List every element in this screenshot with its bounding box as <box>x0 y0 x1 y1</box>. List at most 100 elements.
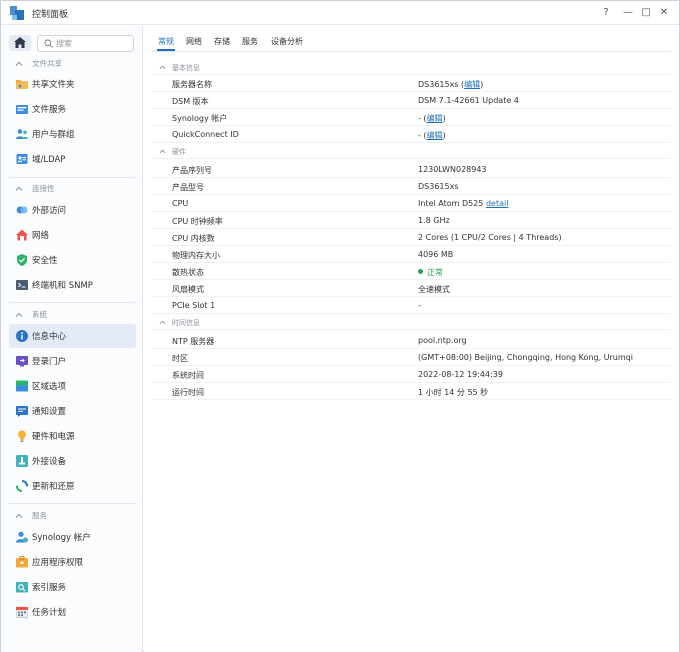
section-title: 连接性 <box>32 184 55 193</box>
group-title: 硬件 <box>172 148 186 156</box>
row-value: DS3615xs (编辑) <box>418 80 484 89</box>
search-input[interactable] <box>56 38 130 49</box>
sidebar-item-label: 索引服务 <box>32 583 67 593</box>
edit-server-name-link[interactable]: 编辑 <box>464 80 480 89</box>
tab-general[interactable]: 常规 <box>158 36 174 47</box>
sidebar-item-label: 共享文件夹 <box>32 80 75 90</box>
help-button[interactable]: ? <box>598 5 614 21</box>
sidebar-item-notification[interactable]: 通知设置 <box>9 399 136 423</box>
group-basic-info[interactable]: 基本信息 <box>152 59 671 75</box>
title-bar: 控制面板 ? — □ ✕ <box>1 1 679 25</box>
sidebar-item-label: 文件服务 <box>32 105 67 115</box>
sidebar-item-login-portal[interactable]: 登录门户 <box>9 349 136 373</box>
sidebar-item-synology-account[interactable]: Synology 帐户 <box>9 525 136 549</box>
row-label: 系统时间 <box>172 371 204 380</box>
sidebar: 文件共享 共享文件夹 文件服务 用户与群 <box>1 26 143 652</box>
sidebar-item-external-access[interactable]: 外部访问 <box>9 198 136 222</box>
update-restore-icon <box>16 480 28 492</box>
edit-quickconnect-link[interactable]: 编辑 <box>427 131 443 140</box>
chevron-up-icon <box>159 320 166 325</box>
row-value: 全速模式 <box>418 285 450 294</box>
section-services[interactable]: 服务 <box>1 508 143 524</box>
tab-device-analytics[interactable]: 设备分析 <box>271 36 303 47</box>
sidebar-item-app-privileges[interactable]: 应用程序权限 <box>9 550 136 574</box>
row-value: 2 Cores (1 CPU/2 Cores | 4 Threads) <box>418 233 562 242</box>
sidebar-item-users-groups[interactable]: 用户与群组 <box>9 122 136 146</box>
network-icon <box>16 229 28 241</box>
sidebar-item-external-devices[interactable]: 外接设备 <box>9 449 136 473</box>
maximize-button[interactable]: □ <box>638 5 654 21</box>
section-title: 服务 <box>32 511 47 520</box>
divider <box>9 177 135 178</box>
sidebar-item-domain-ldap[interactable]: 域/LDAP <box>9 147 136 171</box>
sidebar-item-label: 网络 <box>32 231 50 241</box>
close-button[interactable]: ✕ <box>656 5 672 21</box>
tab-bar: 常规 网络 存储 服务 设备分析 <box>144 26 679 53</box>
notification-icon <box>16 406 28 417</box>
domain-ldap-icon <box>16 154 28 164</box>
row-value: pool.ntp.org <box>418 336 467 345</box>
chevron-up-icon <box>15 186 23 191</box>
table-row: NTP 服务器 pool.ntp.org <box>152 332 671 349</box>
section-title: 系统 <box>32 310 47 319</box>
table-row: 时区 (GMT+08:00) Beijing, Chongqing, Hong … <box>152 349 671 366</box>
row-label: 时区 <box>172 354 188 363</box>
table-row: QuickConnect ID - (编辑) <box>152 126 671 143</box>
sidebar-item-task-scheduler[interactable]: 任务计划 <box>9 600 136 624</box>
sidebar-item-terminal-snmp[interactable]: 终端机和 SNMP <box>9 273 136 297</box>
row-label: 风扇模式 <box>172 285 204 294</box>
search-icon <box>44 39 53 48</box>
sidebar-item-indexing-service[interactable]: 索引服务 <box>9 575 136 599</box>
row-value: - (编辑) <box>418 114 446 123</box>
chevron-up-icon <box>15 312 23 317</box>
window-title: 控制面板 <box>32 10 69 20</box>
row-label: NTP 服务器 <box>172 337 215 346</box>
group-time-info[interactable]: 时间信息 <box>152 314 671 330</box>
cpu-detail-link[interactable]: detail <box>486 199 508 208</box>
row-value: DS3615xs <box>418 182 459 191</box>
home-button[interactable] <box>9 35 31 51</box>
sidebar-item-label: 任务计划 <box>32 608 67 618</box>
row-value: (GMT+08:00) Beijing, Chongqing, Hong Kon… <box>418 353 633 362</box>
sidebar-item-security[interactable]: 安全性 <box>9 248 136 272</box>
shared-folder-icon <box>16 80 28 89</box>
row-value: 4096 MB <box>418 250 454 259</box>
sidebar-item-hardware-power[interactable]: 硬件和电源 <box>9 424 136 448</box>
table-row: 散热状态 正常 <box>152 263 671 280</box>
table-row: CPU Intel Atom D525 detail <box>152 195 671 212</box>
row-label: Synology 帐户 <box>172 114 228 123</box>
table-row: CPU 时钟频率 1.8 GHz <box>152 212 671 229</box>
cpu-value: Intel Atom D525 <box>418 199 484 208</box>
minimize-button[interactable]: — <box>620 5 636 21</box>
sidebar-item-shared-folder[interactable]: 共享文件夹 <box>9 72 136 96</box>
search-field[interactable] <box>37 35 134 52</box>
group-hardware[interactable]: 硬件 <box>152 143 671 159</box>
sidebar-item-label: 信息中心 <box>32 332 67 342</box>
sidebar-item-label: 用户与群组 <box>32 130 75 140</box>
lightbulb-icon <box>18 430 26 442</box>
sidebar-item-regional-options[interactable]: 区域选项 <box>9 374 136 398</box>
table-row: 服务器名称 DS3615xs (编辑) <box>152 75 671 92</box>
table-row: PCIe Slot 1 - <box>152 297 671 314</box>
section-title: 文件共享 <box>32 59 62 68</box>
row-value: Intel Atom D525 detail <box>418 199 508 208</box>
control-panel-window: 控制面板 ? — □ ✕ 文件共享 <box>0 0 680 652</box>
sidebar-item-info-center[interactable]: 信息中心 <box>9 324 136 348</box>
sidebar-item-update-restore[interactable]: 更新和还原 <box>9 474 136 498</box>
row-value: 1.8 GHz <box>418 216 450 225</box>
section-system[interactable]: 系统 <box>1 307 143 323</box>
edit-synology-account-link[interactable]: 编辑 <box>427 114 443 123</box>
row-label: 散热状态 <box>172 268 204 277</box>
tab-storage[interactable]: 存储 <box>214 36 230 47</box>
sidebar-item-file-services[interactable]: 文件服务 <box>9 97 136 121</box>
tab-network[interactable]: 网络 <box>186 36 202 47</box>
section-file-sharing[interactable]: 文件共享 <box>1 56 143 72</box>
tab-services[interactable]: 服务 <box>242 36 258 47</box>
status-ok-icon <box>418 269 423 274</box>
home-icon <box>14 37 26 48</box>
terminal-snmp-icon <box>16 280 28 290</box>
row-label: CPU 时钟频率 <box>172 217 223 226</box>
section-connectivity[interactable]: 连接性 <box>1 181 143 197</box>
table-row: 产品序列号 1230LWN028943 <box>152 161 671 178</box>
sidebar-item-network[interactable]: 网络 <box>9 223 136 247</box>
